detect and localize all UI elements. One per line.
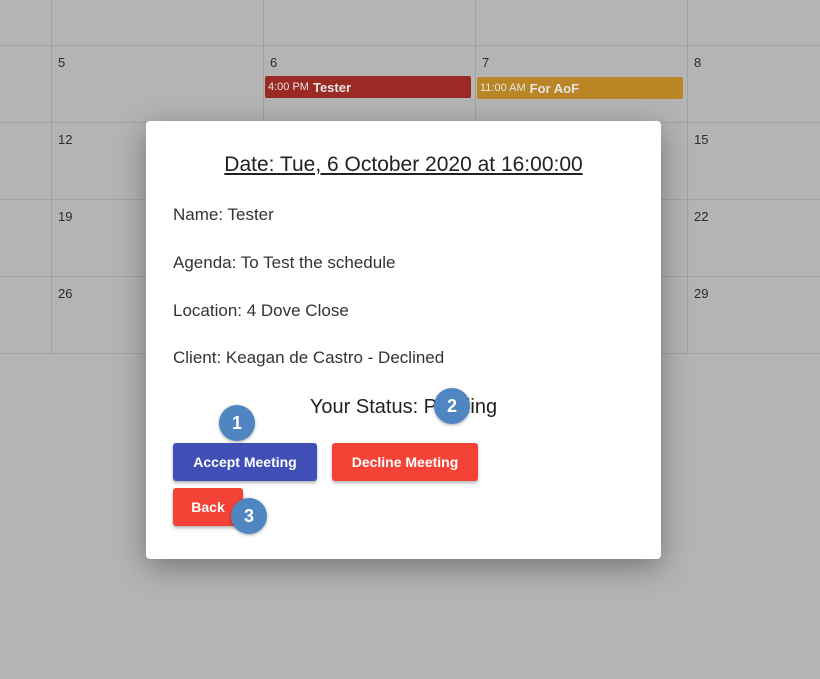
annotation-marker-2: 2 [434, 388, 470, 424]
calendar-day-number[interactable]: 29 [694, 286, 708, 301]
event-title: For AoF [529, 80, 580, 96]
calendar-day-number[interactable]: 12 [58, 132, 72, 147]
calendar-event[interactable]: 4:00 PM Tester [265, 76, 471, 98]
event-time: 11:00 AM [480, 82, 526, 94]
accept-meeting-button[interactable]: Accept Meeting [173, 443, 317, 481]
grid-line [687, 0, 688, 354]
event-time: 4:00 PM [268, 81, 309, 93]
calendar-event[interactable]: 11:00 AM For AoF [477, 77, 683, 99]
calendar-day-number[interactable]: 5 [58, 55, 65, 70]
grid-line [51, 0, 52, 354]
decline-meeting-button[interactable]: Decline Meeting [332, 443, 478, 481]
event-title: Tester [312, 79, 352, 95]
calendar-day-number[interactable]: 19 [58, 209, 72, 224]
meeting-details-dialog: Date: Tue, 6 October 2020 at 16:00:00 Na… [146, 121, 661, 559]
calendar-day-number[interactable]: 6 [270, 55, 277, 70]
annotation-marker-1: 1 [219, 405, 255, 441]
calendar-day-number[interactable]: 26 [58, 286, 72, 301]
meeting-name: Name: Tester [173, 205, 274, 224]
grid-line [0, 45, 820, 46]
meeting-date-heading: Date: Tue, 6 October 2020 at 16:00:00 [224, 153, 583, 176]
annotation-marker-3: 3 [231, 498, 267, 534]
meeting-client: Client: Keagan de Castro - Declined [173, 348, 445, 367]
calendar-day-number[interactable]: 8 [694, 55, 701, 70]
calendar-day-number[interactable]: 22 [694, 209, 708, 224]
calendar-day-number[interactable]: 15 [694, 132, 708, 147]
meeting-agenda: Agenda: To Test the schedule [173, 253, 396, 272]
calendar-day-number[interactable]: 7 [482, 55, 489, 70]
meeting-location: Location: 4 Dove Close [173, 301, 349, 320]
